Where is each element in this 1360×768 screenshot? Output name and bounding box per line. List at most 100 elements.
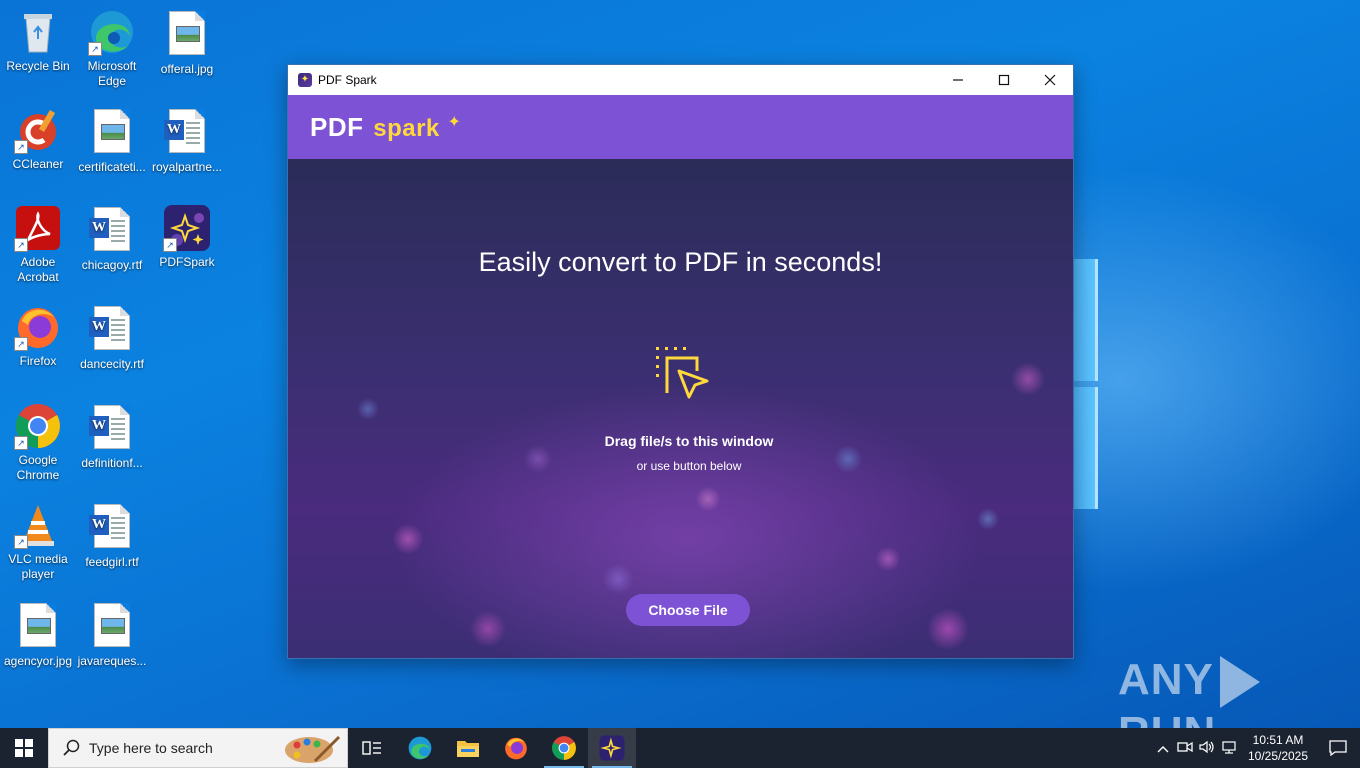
icon-label: PDFSpark <box>159 255 215 269</box>
taskbar-clock[interactable]: 10:51 AM 10/25/2025 <box>1240 732 1316 764</box>
desktop-icon-certificate[interactable]: certificateti... <box>74 106 150 175</box>
search-icon <box>63 739 80 756</box>
word-doc-icon: W <box>88 207 136 255</box>
icon-label: Microsoft Edge <box>87 59 137 88</box>
icon-label: feedgirl.rtf <box>85 555 139 569</box>
image-file-icon <box>88 603 136 651</box>
system-tray: 10:51 AM 10/25/2025 <box>1152 728 1360 768</box>
notification-icon <box>1329 740 1347 756</box>
maximize-button[interactable] <box>981 65 1027 95</box>
watermark-left: ANY <box>1118 655 1214 704</box>
pdf-spark-window: ✦ PDF Spark PDF spark ✦ Easily convert t… <box>287 64 1074 659</box>
icon-label: agencyor.jpg <box>3 654 73 668</box>
word-doc-icon: W <box>163 109 211 157</box>
desktop-icon-feedgirl[interactable]: W feedgirl.rtf <box>74 501 150 570</box>
pdfspark-logo: PDF spark ✦ <box>310 112 461 143</box>
icon-label: Adobe Acrobat <box>17 255 59 284</box>
minimize-icon <box>953 79 963 81</box>
icon-label: dancecity.rtf <box>80 357 144 371</box>
word-doc-icon: W <box>88 405 136 453</box>
image-file-icon <box>14 603 62 651</box>
desktop-icon-dancecity[interactable]: W dancecity.rtf <box>74 303 150 372</box>
logo-accent: spark <box>373 114 440 142</box>
button-hint: or use button below <box>636 459 742 473</box>
taskbar-search-box[interactable]: Type here to search <box>48 728 348 768</box>
word-doc-icon: W <box>88 504 136 552</box>
pdfspark-icon: ↗ <box>163 204 211 252</box>
icon-label: VLC media player <box>8 552 68 581</box>
network-icon[interactable] <box>1218 740 1240 757</box>
icon-label: Google Chrome <box>16 453 60 482</box>
icon-label: Recycle Bin <box>6 59 70 73</box>
taskbar-file-explorer[interactable] <box>444 728 492 768</box>
file-explorer-icon <box>457 741 479 757</box>
paint-palette-icon <box>285 735 341 763</box>
window-titlebar[interactable]: ✦ PDF Spark <box>288 65 1073 95</box>
word-doc-icon: W <box>88 306 136 354</box>
firefox-icon <box>505 737 527 760</box>
taskbar-pdfspark[interactable] <box>588 728 636 768</box>
pdfspark-app-icon: ✦ <box>298 73 312 87</box>
acrobat-icon: ↗ <box>14 204 62 252</box>
desktop-icon-javarequest[interactable]: javareques... <box>74 600 150 669</box>
sparkle-icon: ✦ <box>447 113 462 131</box>
drop-zone[interactable]: Easily convert to PDF in seconds! Drag f… <box>288 159 1073 658</box>
windows-start-icon <box>15 739 33 757</box>
maximize-icon <box>998 74 1010 86</box>
desktop-icon-firefox[interactable]: ↗ Firefox <box>0 303 76 369</box>
window-title: PDF Spark <box>318 73 377 87</box>
desktop-icon-ccleaner[interactable]: ↗ CCleaner <box>0 106 76 172</box>
chevron-up-icon[interactable] <box>1152 741 1174 756</box>
desktop-icon-agencyor[interactable]: agencyor.jpg <box>0 600 76 669</box>
taskbar-chrome[interactable] <box>540 728 588 768</box>
headline: Easily convert to PDF in seconds! <box>478 247 883 277</box>
desktop-icon-adobe-acrobat[interactable]: ↗ Adobe Acrobat <box>0 204 76 285</box>
desktop-icon-definition[interactable]: W definitionf... <box>74 402 150 471</box>
meet-now-icon[interactable] <box>1174 740 1196 757</box>
vlc-icon: ↗ <box>14 501 62 549</box>
clock-time: 10:51 AM <box>1252 733 1304 747</box>
icon-label: certificateti... <box>78 160 146 174</box>
desktop-icon-recycle-bin[interactable]: Recycle Bin <box>0 8 76 74</box>
desktop-icon-royalpartner[interactable]: W royalpartne... <box>149 106 225 175</box>
icon-label: definitionf... <box>81 456 143 470</box>
chrome-icon: ↗ <box>14 402 62 450</box>
image-file-icon <box>163 11 211 59</box>
chrome-icon <box>552 736 576 760</box>
notification-center-button[interactable] <box>1316 740 1360 756</box>
taskbar: Type here to search 10:51 AM 10/25/2025 <box>0 728 1360 768</box>
icon-label: offeral.jpg <box>160 62 214 76</box>
logo-main: PDF <box>310 111 364 142</box>
pdfspark-icon <box>599 735 625 761</box>
volume-icon[interactable] <box>1196 740 1218 757</box>
edge-icon <box>408 736 432 760</box>
search-placeholder: Type here to search <box>89 740 213 756</box>
app-header: PDF spark ✦ <box>288 95 1073 159</box>
close-button[interactable] <box>1027 65 1073 95</box>
taskbar-firefox[interactable] <box>492 728 540 768</box>
taskbar-edge[interactable] <box>396 728 444 768</box>
firefox-icon: ↗ <box>14 303 62 351</box>
desktop-icon-pdfspark[interactable]: ↗ PDFSpark <box>149 204 225 270</box>
task-view-icon <box>362 741 381 755</box>
choose-file-button[interactable]: Choose File <box>626 594 750 626</box>
clock-date: 10/25/2025 <box>1247 749 1309 763</box>
edge-icon: ↗ <box>88 8 136 56</box>
icon-label: Firefox <box>19 354 57 368</box>
start-button[interactable] <box>0 728 48 768</box>
icon-label: chicagoy.rtf <box>81 258 143 272</box>
desktop-icon-google-chrome[interactable]: ↗ Google Chrome <box>0 402 76 483</box>
desktop-icon-microsoft-edge[interactable]: ↗ Microsoft Edge <box>74 8 150 89</box>
drag-instruction: Drag file/s to this window <box>604 433 774 449</box>
desktop-icon-chicagoy[interactable]: W chicagoy.rtf <box>74 204 150 273</box>
icon-label: javareques... <box>77 654 147 668</box>
image-file-icon <box>88 109 136 157</box>
taskbar-task-view[interactable] <box>348 728 396 768</box>
recycle-bin-icon <box>14 8 62 56</box>
desktop-icon-offeral[interactable]: offeral.jpg <box>149 8 225 77</box>
ccleaner-icon: ↗ <box>14 106 62 154</box>
desktop-icon-vlc[interactable]: ↗ VLC media player <box>0 501 76 582</box>
icon-label: CCleaner <box>12 157 64 171</box>
minimize-button[interactable] <box>935 65 981 95</box>
icon-label: royalpartne... <box>151 160 223 174</box>
